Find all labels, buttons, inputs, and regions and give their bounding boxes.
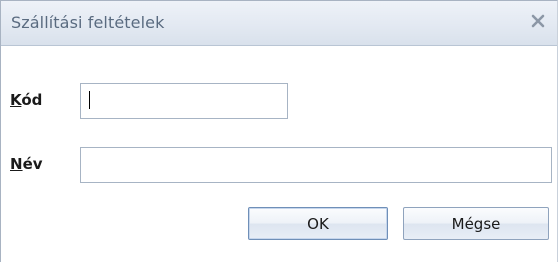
code-label: Kód	[10, 91, 42, 109]
cancel-button[interactable]: Mégse	[403, 207, 549, 240]
close-icon[interactable]	[527, 10, 549, 32]
code-label-rest: ód	[21, 91, 43, 109]
dialog-title: Szállítási feltételek	[11, 13, 165, 32]
name-label: Név	[10, 155, 43, 173]
ok-button[interactable]: OK	[248, 207, 388, 240]
name-input[interactable]	[80, 147, 552, 183]
dialog-titlebar[interactable]: Szállítási feltételek	[1, 1, 557, 46]
code-input[interactable]	[80, 83, 288, 119]
code-label-accelerator: K	[10, 91, 22, 109]
shipping-terms-dialog: Szállítási feltételek Kód Név OK Mégse	[0, 0, 558, 262]
name-label-rest: év	[22, 155, 43, 173]
text-caret	[89, 91, 90, 109]
name-label-accelerator: N	[10, 155, 23, 173]
